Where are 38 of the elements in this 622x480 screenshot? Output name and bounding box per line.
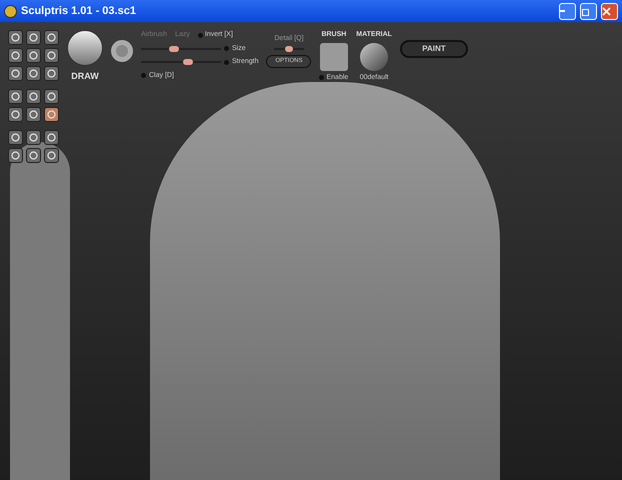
tool-button[interactable]: [44, 89, 59, 104]
restore-icon: [581, 6, 590, 16]
slider-thumb[interactable]: [284, 46, 293, 52]
brush-texture-swatch[interactable]: [320, 42, 348, 70]
tool-button[interactable]: [26, 89, 41, 104]
tool-button[interactable]: [26, 130, 41, 145]
minimize-icon: [560, 10, 565, 12]
tool-button[interactable]: [26, 48, 41, 63]
brush-label: DRAW: [71, 70, 99, 83]
tool-button[interactable]: [26, 107, 41, 122]
window-title: Sculptris 1.01 - 03.sc1: [21, 4, 137, 19]
minimize-button[interactable]: [559, 2, 576, 20]
tool-button[interactable]: [26, 148, 41, 163]
tool-button[interactable]: [44, 107, 59, 122]
tool-button[interactable]: [8, 148, 23, 163]
tool-button[interactable]: [26, 66, 41, 81]
brush-falloff-icon: [111, 40, 133, 62]
brush-sphere-button[interactable]: [67, 30, 103, 66]
tool-button[interactable]: [8, 48, 23, 63]
slider-thumb[interactable]: [183, 59, 193, 66]
tool-button[interactable]: [44, 48, 59, 63]
tool-button[interactable]: [8, 107, 23, 122]
slider-thumb[interactable]: [169, 46, 179, 52]
material-sphere-button[interactable]: [360, 42, 388, 70]
tool-button[interactable]: [44, 66, 59, 81]
close-icon: [602, 6, 611, 16]
tool-button[interactable]: [8, 30, 23, 45]
tool-button[interactable]: [44, 130, 59, 145]
paint-button[interactable]: PAINT: [400, 40, 468, 58]
restore-button[interactable]: [580, 2, 597, 20]
tool-button[interactable]: [8, 130, 23, 145]
tool-button[interactable]: [26, 30, 41, 45]
close-button[interactable]: [601, 2, 618, 20]
tool-button[interactable]: [8, 66, 23, 81]
tool-button[interactable]: [8, 89, 23, 104]
tool-button[interactable]: [44, 30, 59, 45]
tool-button[interactable]: [44, 148, 59, 163]
app-icon: [4, 4, 17, 18]
